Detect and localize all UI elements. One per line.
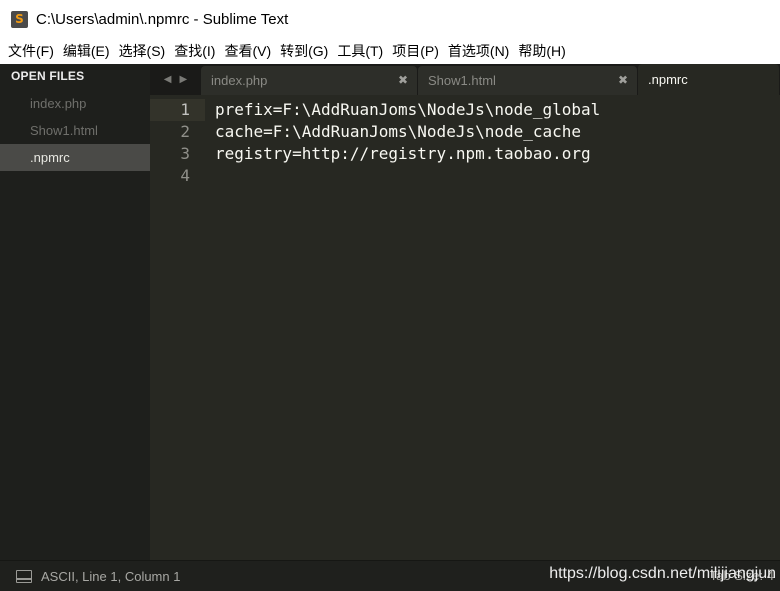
status-encoding-position: ASCII, Line 1, Column 1: [41, 568, 181, 584]
tab-scroll-right-icon[interactable]: ▶: [180, 74, 188, 85]
sidebar-file-index-php[interactable]: index.php: [0, 90, 150, 117]
tab-index-php[interactable]: index.php ✖: [201, 66, 417, 95]
line-text[interactable]: cache=F:\AddRuanJoms\NodeJs\node_cache: [215, 122, 581, 141]
tab-label: Show1.html: [428, 73, 496, 88]
tab-show1-html[interactable]: Show1.html ✖: [418, 66, 637, 95]
status-bar: ASCII, Line 1, Column 1 Tab Size: 4 http…: [0, 560, 780, 591]
editor-line[interactable]: 4: [150, 164, 780, 186]
code-editor[interactable]: 1 prefix=F:\AddRuanJoms\NodeJs\node_glob…: [150, 95, 780, 560]
sidebar-file-npmrc[interactable]: .npmrc: [0, 144, 150, 171]
menu-tools[interactable]: 工具(T): [333, 38, 388, 64]
menu-edit[interactable]: 编辑(E): [59, 38, 115, 64]
menu-goto[interactable]: 转到(G): [276, 38, 333, 64]
panel-toggle-icon[interactable]: [16, 569, 32, 583]
tab-label: index.php: [211, 73, 268, 88]
watermark-text: https://blog.csdn.net/milijiangjun: [549, 565, 776, 582]
line-text[interactable]: prefix=F:\AddRuanJoms\NodeJs\node_global: [215, 100, 600, 119]
editor-line[interactable]: 2 cache=F:\AddRuanJoms\NodeJs\node_cache: [150, 120, 780, 142]
editor-line[interactable]: 3 registry=http://registry.npm.taobao.or…: [150, 142, 780, 164]
menu-find[interactable]: 查找(I): [170, 38, 220, 64]
tab-close-icon[interactable]: ✖: [398, 73, 408, 87]
sidebar: OPEN FILES index.php Show1.html .npmrc: [0, 64, 150, 560]
menu-help[interactable]: 帮助(H): [514, 38, 570, 64]
sublime-app-icon[interactable]: S: [11, 10, 28, 28]
menu-bar: 文件(F) 编辑(E) 选择(S) 查找(I) 查看(V) 转到(G) 工具(T…: [0, 38, 780, 64]
menu-file[interactable]: 文件(F): [4, 38, 59, 64]
menu-preferences[interactable]: 首选项(N): [444, 38, 514, 64]
line-number: 4: [180, 165, 190, 185]
editor-line[interactable]: 1 prefix=F:\AddRuanJoms\NodeJs\node_glob…: [150, 98, 780, 120]
tab-npmrc[interactable]: .npmrc: [638, 64, 779, 95]
menu-view[interactable]: 查看(V): [220, 38, 276, 64]
tab-scroll-left-icon[interactable]: ◀: [164, 74, 172, 85]
line-text[interactable]: registry=http://registry.npm.taobao.org: [215, 144, 591, 163]
menu-project[interactable]: 项目(P): [388, 38, 444, 64]
app-icon-letter: S: [15, 12, 24, 26]
window-title: C:\Users\admin\.npmrc - Sublime Text: [36, 10, 289, 28]
sidebar-file-show1-html[interactable]: Show1.html: [0, 117, 150, 144]
tab-bar: ◀ ▶ index.php ✖ Show1.html ✖ .npmrc: [150, 64, 780, 95]
line-number: 1: [180, 99, 190, 119]
line-number: 2: [180, 121, 190, 141]
tab-label: .npmrc: [648, 72, 688, 87]
tab-navigation: ◀ ▶: [150, 64, 201, 95]
open-files-header: OPEN FILES: [11, 69, 85, 83]
tab-close-icon[interactable]: ✖: [618, 73, 628, 87]
line-number: 3: [180, 143, 190, 163]
menu-selection[interactable]: 选择(S): [115, 38, 171, 64]
title-bar: S C:\Users\admin\.npmrc - Sublime Text: [0, 0, 780, 38]
